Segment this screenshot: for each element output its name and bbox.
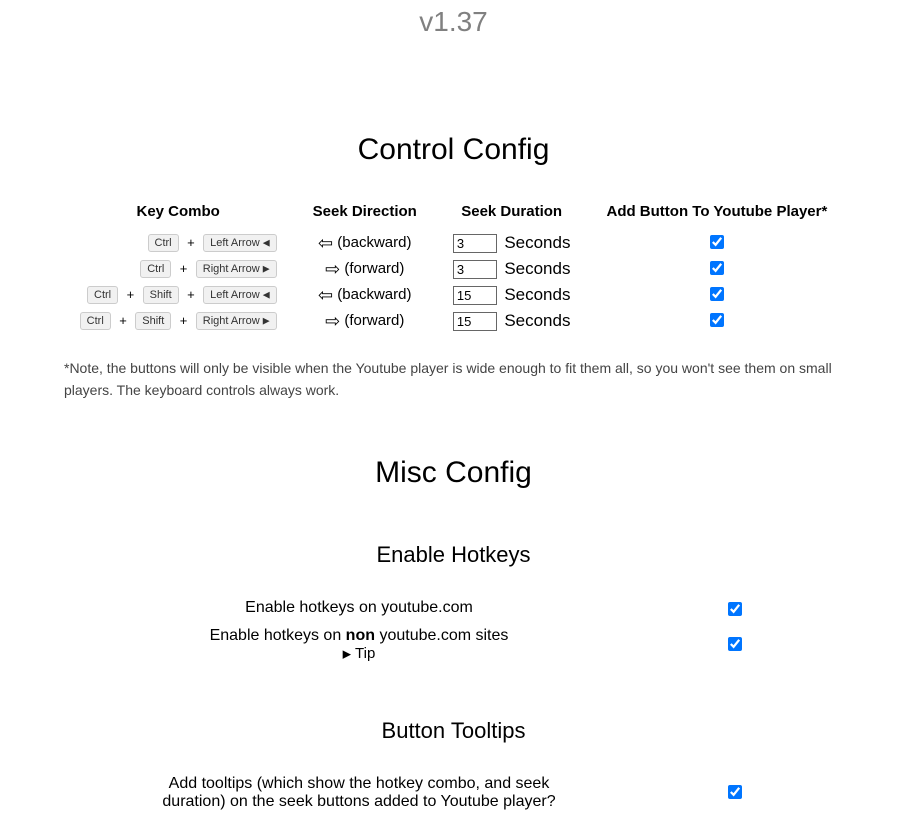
header-add-button: Add Button To Youtube Player* [588,197,845,230]
arrow-right-icon: ⇨ [325,312,340,330]
seconds-label: Seconds [504,285,570,304]
add-button-checkbox[interactable] [710,287,724,301]
enable-hotkeys-heading: Enable Hotkeys [0,542,907,568]
direction-label: (forward) [344,260,404,277]
control-row: Ctrl + Shift + Left Arrow ◀ ⇦ (backward)… [62,282,846,308]
arrow-left-icon: ⇦ [318,234,333,252]
control-row: Ctrl + Shift + Right Arrow ▶ ⇨ (forward)… [62,308,846,334]
chevron-right-icon: ▶ [343,649,351,661]
plus-icon: + [180,261,188,276]
add-tooltips-label: Add tooltips (which show the hotkey comb… [154,772,564,814]
enable-hotkeys-nonyoutube-label: Enable hotkeys on non youtube.com sites … [154,624,564,666]
control-row: Ctrl + Left Arrow ◀ ⇦ (backward) Seconds [62,230,846,256]
enable-hotkeys-nonyoutube-checkbox[interactable] [728,637,742,651]
key-right-arrow: Right Arrow ▶ [196,260,277,278]
control-config-table: Key Combo Seek Direction Seek Duration A… [62,197,846,334]
control-config-heading: Control Config [0,133,907,167]
add-button-checkbox[interactable] [710,235,724,249]
plus-icon: + [119,313,127,328]
key-ctrl: Ctrl [140,260,171,278]
plus-icon: + [187,235,195,250]
seek-duration-input[interactable] [453,312,497,331]
key-ctrl: Ctrl [80,312,111,330]
control-note: *Note, the buttons will only be visible … [64,358,847,401]
version-label: v1.37 [0,0,907,38]
seek-duration-input[interactable] [453,286,497,305]
add-button-checkbox[interactable] [710,261,724,275]
enable-hotkeys-youtube-checkbox[interactable] [728,602,742,616]
plus-icon: + [180,313,188,328]
seconds-label: Seconds [504,259,570,278]
plus-icon: + [187,287,195,302]
plus-icon: + [127,287,135,302]
tip-toggle[interactable]: ▶ Tip [343,645,376,662]
header-seek-direction: Seek Direction [295,197,435,230]
seconds-label: Seconds [504,233,570,252]
arrow-right-icon: ⇨ [325,260,340,278]
key-shift: Shift [143,286,179,304]
key-ctrl: Ctrl [87,286,118,304]
arrow-left-icon: ⇦ [318,286,333,304]
button-tooltips-table: Add tooltips (which show the hotkey comb… [154,772,753,814]
direction-label: (backward) [337,286,411,303]
key-ctrl: Ctrl [148,234,179,252]
header-seek-duration: Seek Duration [435,197,589,230]
key-left-arrow: Left Arrow ◀ [203,234,277,252]
key-shift: Shift [135,312,171,330]
control-row: Ctrl + Right Arrow ▶ ⇨ (forward) Seconds [62,256,846,282]
seek-duration-input[interactable] [453,260,497,279]
button-tooltips-heading: Button Tooltips [0,718,907,744]
seek-duration-input[interactable] [453,234,497,253]
seconds-label: Seconds [504,311,570,330]
add-tooltips-checkbox[interactable] [728,785,742,799]
misc-config-heading: Misc Config [0,456,907,490]
direction-label: (backward) [337,234,411,251]
enable-hotkeys-youtube-label: Enable hotkeys on youtube.com [154,596,564,624]
enable-hotkeys-table: Enable hotkeys on youtube.com Enable hot… [154,596,753,666]
direction-label: (forward) [344,312,404,329]
header-key-combo: Key Combo [62,197,295,230]
key-left-arrow: Left Arrow ◀ [203,286,277,304]
add-button-checkbox[interactable] [710,313,724,327]
key-right-arrow: Right Arrow ▶ [196,312,277,330]
